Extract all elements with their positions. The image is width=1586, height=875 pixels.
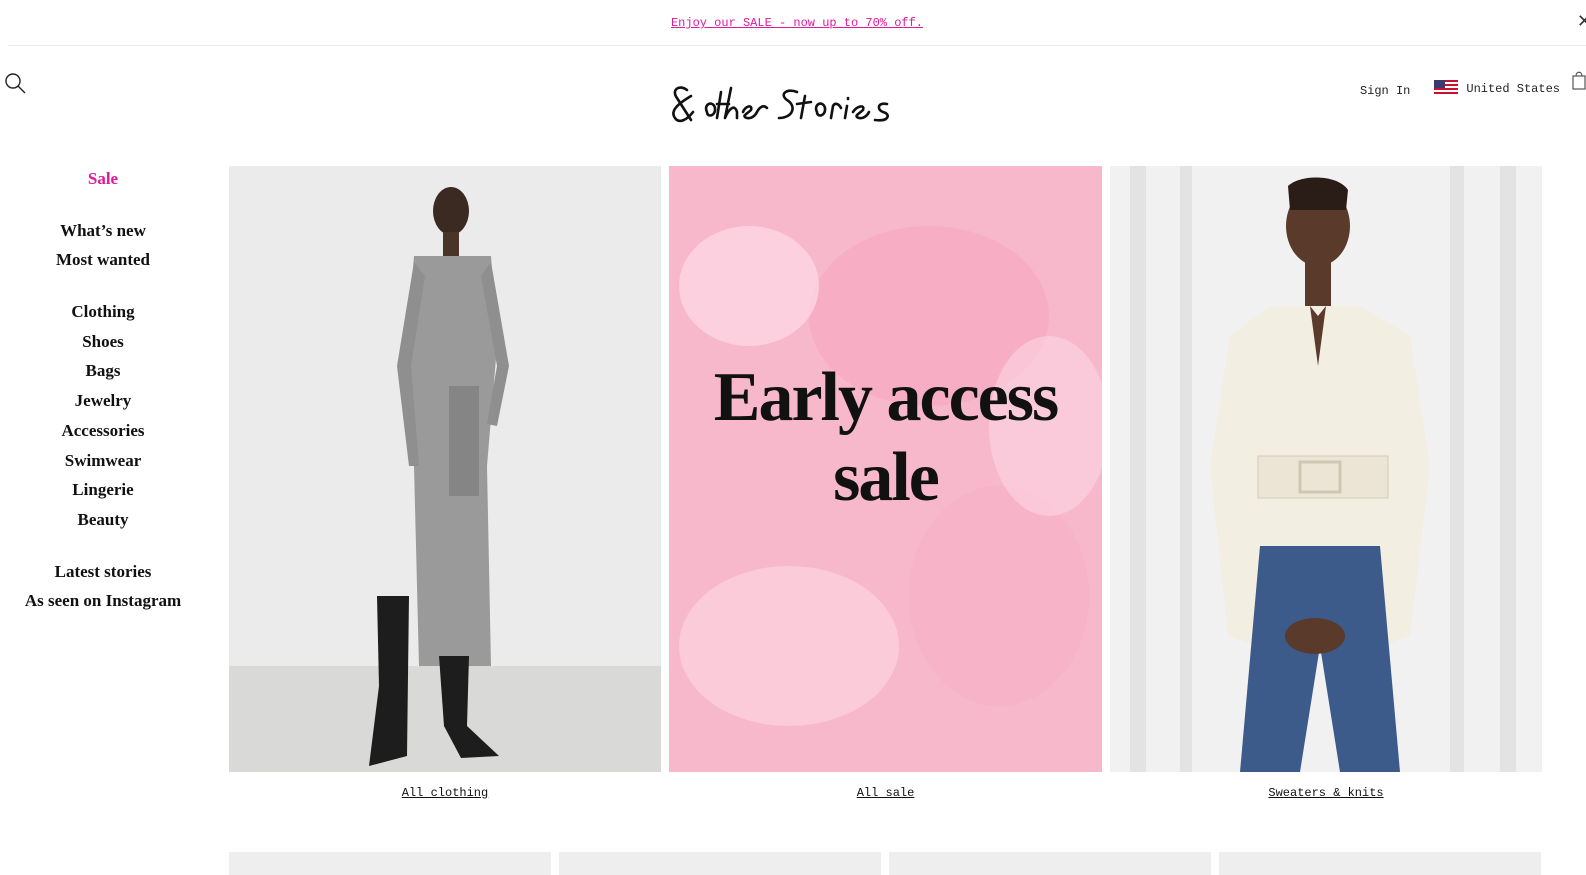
next-row-tile[interactable] [889, 852, 1211, 875]
brand-logo[interactable] [667, 82, 915, 128]
next-row-tile[interactable] [559, 852, 881, 875]
sale-headline: Early access sale [669, 358, 1102, 518]
sidebar-item-whats-new[interactable]: What’s new [0, 220, 206, 250]
sidebar-item-sale[interactable]: Sale [0, 168, 206, 198]
sidebar-item-lingerie[interactable]: Lingerie [0, 479, 206, 509]
caption-all-sale[interactable]: All sale [669, 786, 1102, 800]
next-row-tile[interactable] [1219, 852, 1541, 875]
sidebar-item-jewelry[interactable]: Jewelry [0, 390, 206, 420]
country-label: United States [1466, 82, 1560, 96]
utility-nav: Sign In United States [1360, 70, 1586, 106]
sidebar-item-most-wanted[interactable]: Most wanted [0, 249, 206, 279]
us-flag-icon [1434, 80, 1459, 94]
caption-all-clothing[interactable]: All clothing [229, 786, 661, 800]
sidebar-item-bags[interactable]: Bags [0, 360, 206, 390]
tile-all-clothing-image[interactable] [229, 166, 661, 772]
sale-headline-line2: sale [833, 439, 940, 516]
search-icon[interactable] [3, 71, 27, 95]
promo-link[interactable]: Enjoy our SALE - now up to 70% off. [8, 16, 1586, 30]
country-selector[interactable]: United States [1434, 80, 1560, 96]
sidebar-item-beauty[interactable]: Beauty [0, 509, 206, 539]
next-row-tile[interactable] [229, 852, 551, 875]
shopping-bag-icon[interactable] [1572, 70, 1586, 90]
sign-in-link[interactable]: Sign In [1360, 84, 1410, 98]
sidebar-nav: Sale What’s new Most wanted Clothing Sho… [0, 168, 206, 620]
tile-sweaters-image[interactable] [1110, 166, 1542, 772]
sale-headline-line1: Early access [713, 359, 1059, 436]
caption-sweaters-knits[interactable]: Sweaters & knits [1110, 786, 1542, 800]
sidebar-item-instagram[interactable]: As seen on Instagram [0, 590, 206, 620]
sidebar-item-latest-stories[interactable]: Latest stories [0, 561, 206, 591]
promo-bar: Enjoy our SALE - now up to 70% off. ✕ [8, 0, 1586, 46]
close-icon[interactable]: ✕ [1577, 12, 1586, 32]
sidebar-item-shoes[interactable]: Shoes [0, 331, 206, 361]
sidebar-item-accessories[interactable]: Accessories [0, 420, 206, 450]
sidebar-item-swimwear[interactable]: Swimwear [0, 450, 206, 480]
sidebar-item-clothing[interactable]: Clothing [0, 301, 206, 331]
